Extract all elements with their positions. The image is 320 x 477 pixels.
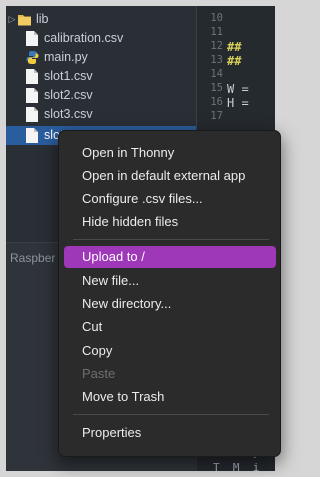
shell-output-line: T M i xyxy=(213,461,260,471)
code-line: ## xyxy=(227,54,242,68)
tree-item-main-py[interactable]: main.py xyxy=(6,48,196,67)
tree-item-slot2[interactable]: slot2.csv xyxy=(6,86,196,105)
line-number: 10 xyxy=(210,12,223,24)
menu-item-upload[interactable]: Upload to / xyxy=(64,246,276,268)
code-line: W = xyxy=(227,82,249,96)
line-number: 12 xyxy=(210,40,223,52)
menu-item-paste: Paste xyxy=(82,366,116,381)
tree-item-lib[interactable]: ▷ lib xyxy=(6,10,196,29)
tree-item-label: lib xyxy=(36,12,49,26)
line-number: 16 xyxy=(210,96,223,108)
file-icon xyxy=(26,31,38,46)
menu-item-open-in-thonny[interactable]: Open in Thonny xyxy=(64,142,276,164)
python-file-icon xyxy=(26,51,39,64)
file-icon xyxy=(26,88,38,103)
tree-item-label: calibration.csv xyxy=(44,31,124,45)
folder-icon xyxy=(18,15,31,26)
line-number: 15 xyxy=(210,82,223,94)
menu-item-cut[interactable]: Cut xyxy=(64,316,276,338)
tree-item-slot1[interactable]: slot1.csv xyxy=(6,67,196,86)
tree-item-label: slot3.csv xyxy=(44,107,93,121)
tree-item-label: slot1.csv xyxy=(44,69,93,83)
line-number: 13 xyxy=(210,54,223,66)
line-number: 17 xyxy=(210,110,223,122)
menu-item-configure-csv[interactable]: Configure .csv files... xyxy=(64,188,276,210)
line-number: 14 xyxy=(210,68,223,80)
tree-item-label: main.py xyxy=(44,50,88,64)
code-line: H = xyxy=(227,96,249,110)
menu-item-move-to-trash[interactable]: Move to Trash xyxy=(64,386,276,408)
menu-item-new-directory[interactable]: New directory... xyxy=(64,293,276,315)
tree-item-calibration[interactable]: calibration.csv xyxy=(6,29,196,48)
menu-item-properties[interactable]: Properties xyxy=(64,422,276,444)
menu-item-open-external[interactable]: Open in default external app xyxy=(64,165,276,187)
menu-separator xyxy=(73,414,269,415)
tree-item-label: slot2.csv xyxy=(44,88,93,102)
line-number: 11 xyxy=(210,26,223,38)
file-context-menu: Open in Thonny Open in default external … xyxy=(58,130,281,457)
file-icon xyxy=(26,107,38,122)
code-line: ## xyxy=(227,40,242,54)
menu-item-copy[interactable]: Copy xyxy=(64,340,276,362)
menu-separator xyxy=(73,239,269,240)
menu-item-new-file[interactable]: New file... xyxy=(64,270,276,292)
file-icon xyxy=(26,69,38,84)
menu-item-hide-hidden-files[interactable]: Hide hidden files xyxy=(64,211,276,233)
tree-item-slot3[interactable]: slot3.csv xyxy=(6,105,196,124)
expand-arrow-icon[interactable]: ▷ xyxy=(7,10,17,29)
device-files-label: Raspber xyxy=(10,251,56,265)
file-icon xyxy=(26,128,38,143)
